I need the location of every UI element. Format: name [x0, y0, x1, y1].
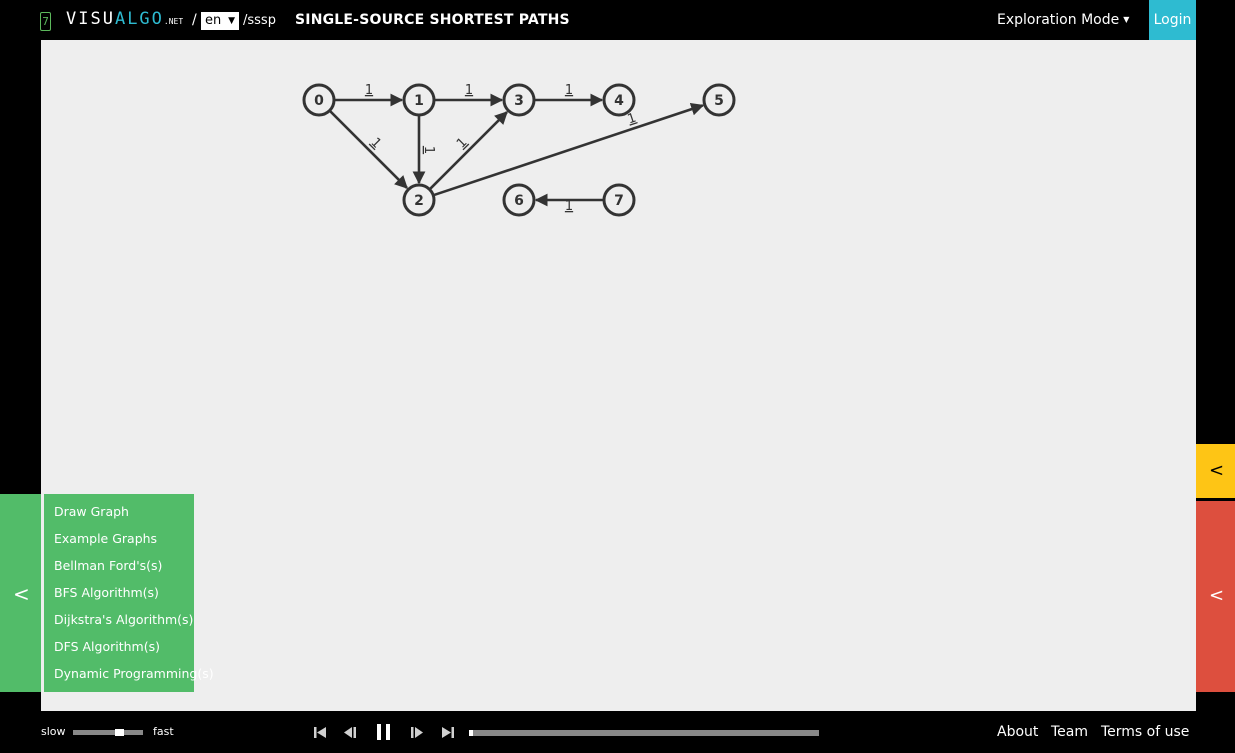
step-forward-icon[interactable] [409, 719, 425, 745]
vertex-label: 7 [614, 193, 624, 209]
action-menu-toggle[interactable]: < [0, 494, 41, 692]
page-title: SINGLE-SOURCE SHORTEST PATHS [295, 12, 570, 28]
pause-icon[interactable] [374, 719, 394, 745]
graph-svg: 1 1 11 1 111 0 123 4 56 7 [302, 83, 736, 217]
chevron-left-icon: < [1209, 460, 1225, 481]
mode-label: Exploration Mode [997, 12, 1120, 28]
edge-weight-0-2: 1 [367, 135, 383, 151]
vertex-6[interactable]: 6 [502, 183, 536, 217]
edge-weight-1-3: 1 [465, 83, 473, 98]
menu-item-dijkstra[interactable]: Dijkstra's Algorithm(s) [44, 609, 194, 636]
edge-2-3[interactable] [429, 111, 508, 190]
graph-canvas[interactable]: 11111111 01234567 [41, 40, 1196, 711]
animation-progress-bar[interactable] [469, 730, 819, 736]
edge-weight-1-2: 1 [421, 146, 436, 154]
mode-selector[interactable]: Exploration Mode ▼ [997, 12, 1129, 28]
menu-item-example-graphs[interactable]: Example Graphs [44, 528, 194, 555]
menu-item-dynamic-programming[interactable]: Dynamic Programming(s) [44, 663, 214, 690]
edge-weight-2-3: 1 [454, 135, 470, 151]
speed-fast-label: fast [153, 725, 174, 738]
codetrace-panel-toggle[interactable]: < [1196, 501, 1235, 692]
visualgo-logo[interactable]: VISUALGO.NET [66, 9, 183, 29]
vertex-label: 2 [414, 193, 424, 209]
vertex-label: 3 [514, 93, 524, 109]
vertex-0[interactable]: 0 [302, 83, 336, 117]
edge-weight-3-4: 1 [565, 83, 573, 98]
vertex-label: 6 [514, 193, 524, 209]
team-link[interactable]: Team [1051, 724, 1088, 740]
language-select[interactable]: en ▼ [201, 12, 239, 30]
login-button[interactable]: Login [1149, 0, 1196, 40]
edge-weight-7-6: 1 [565, 199, 573, 214]
top-bar: 7 VISUALGO.NET / en ▼ /sssp SINGLE-SOURC… [0, 0, 1235, 40]
vertex-7[interactable]: 7 [602, 183, 636, 217]
menu-item-bfs[interactable]: BFS Algorithm(s) [44, 582, 194, 609]
menu-item-bellman-ford[interactable]: Bellman Ford's(s) [44, 555, 194, 582]
path-separator: / [192, 12, 197, 28]
vertex-1[interactable]: 1 [402, 83, 436, 117]
logo-text-suffix: .NET [163, 17, 184, 26]
vertex-4[interactable]: 4 [602, 83, 636, 117]
about-link[interactable]: About [997, 724, 1038, 740]
edge-2-5[interactable] [433, 102, 705, 197]
edge-0-2[interactable] [329, 110, 408, 189]
chevron-left-icon: < [13, 582, 30, 606]
vertex-2[interactable]: 2 [402, 183, 436, 217]
vertex-5[interactable]: 5 [702, 83, 736, 117]
skip-to-start-icon[interactable] [312, 719, 328, 745]
terms-link[interactable]: Terms of use [1101, 724, 1189, 740]
vertex-3[interactable]: 3 [502, 83, 536, 117]
speed-slow-label: slow [41, 725, 66, 738]
bottom-bar: slow fast About Team Terms of use [0, 711, 1235, 753]
logo-text-accent: ALGO [114, 9, 164, 29]
edge-weight-0-1: 1 [365, 83, 373, 98]
mode-number-icon[interactable]: 7 [40, 12, 51, 31]
status-panel-toggle[interactable]: < [1196, 444, 1235, 498]
page-path: /sssp [243, 13, 276, 28]
chevron-left-icon: < [1209, 585, 1225, 606]
skip-to-end-icon[interactable] [440, 719, 456, 745]
action-menu: Draw Graph Example Graphs Bellman Ford's… [44, 494, 214, 692]
caret-down-icon: ▼ [1123, 15, 1130, 24]
vertex-label: 5 [714, 93, 724, 109]
animation-progress-fill [469, 730, 473, 736]
vertex-label: 4 [614, 93, 624, 109]
menu-item-dfs[interactable]: DFS Algorithm(s) [44, 636, 194, 663]
speed-slider[interactable] [73, 730, 143, 735]
vertex-label: 0 [314, 93, 324, 109]
language-value: en [205, 13, 222, 28]
step-backward-icon[interactable] [342, 719, 358, 745]
vertex-label: 1 [414, 93, 424, 109]
menu-item-draw-graph[interactable]: Draw Graph [44, 501, 194, 528]
logo-text-main: VISU [66, 9, 115, 29]
speed-slider-handle[interactable] [114, 729, 124, 736]
dropdown-arrow-icon: ▼ [228, 16, 235, 26]
